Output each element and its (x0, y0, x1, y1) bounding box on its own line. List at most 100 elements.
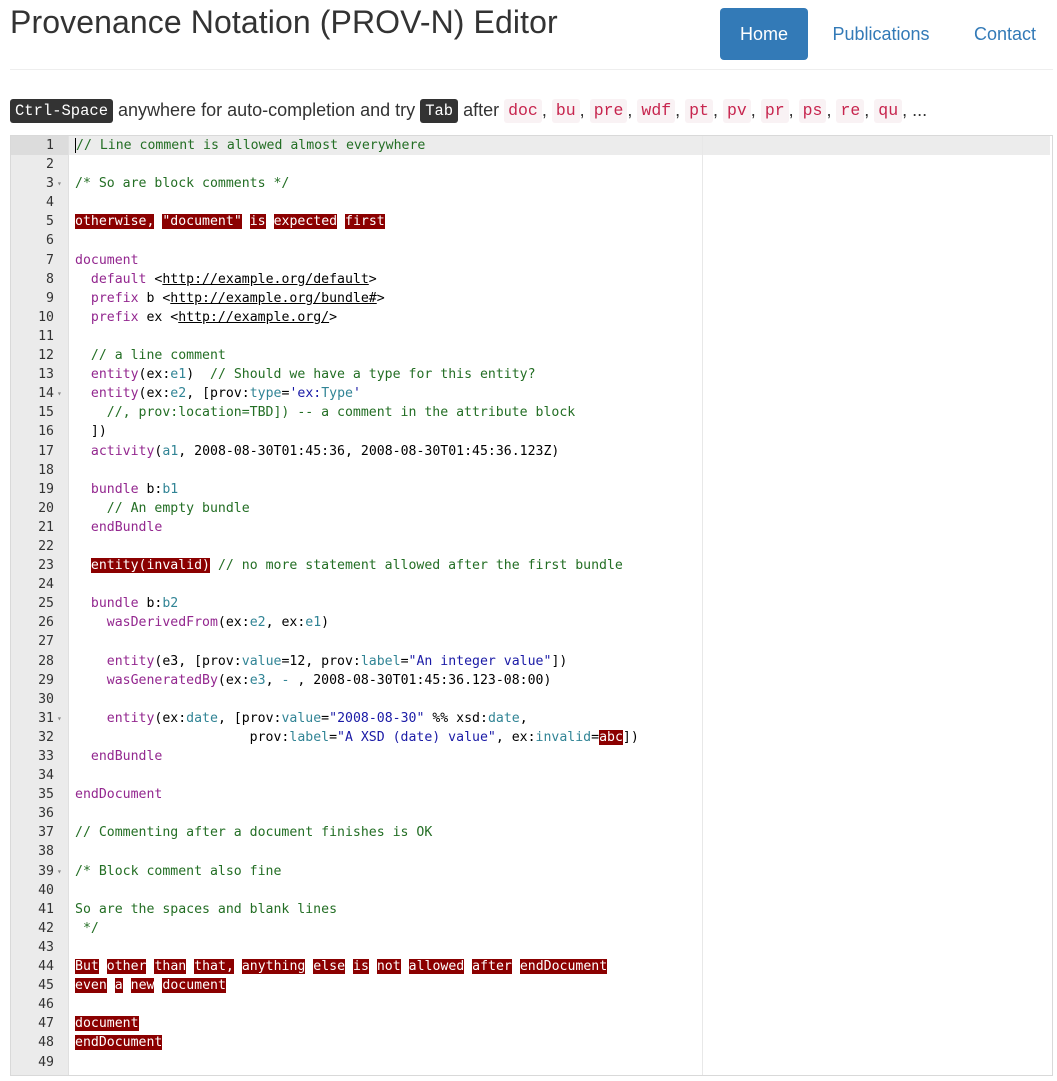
code-line[interactable]: 20 // An empty bundle (11, 499, 1052, 518)
syntax-error-token: other (106, 959, 147, 975)
code-line[interactable]: 14 ▾ entity(ex:e2, [prov:type='ex:Type' (11, 384, 1052, 403)
code-token: // a line comment (90, 348, 226, 364)
keyword-separator: , (579, 100, 590, 120)
fold-toggle-icon[interactable]: ▾ (57, 862, 62, 881)
code-line[interactable]: 22 (11, 537, 1052, 556)
fold-toggle-icon[interactable]: ▾ (57, 174, 62, 193)
code-line[interactable]: 29 wasGeneratedBy(ex:e3, - , 2008-08-30T… (11, 671, 1052, 690)
line-number: 45 (38, 978, 54, 994)
code-line[interactable]: 8 default <http://example.org/default> (11, 270, 1052, 289)
code-token: http://example.org/default (162, 271, 369, 287)
line-code: activity(a1, 2008-08-30T01:45:36, 2008-0… (75, 442, 559, 461)
code-line[interactable]: 32 prov:label="A XSD (date) value", ex:i… (11, 728, 1052, 747)
line-code: // An empty bundle (75, 499, 250, 518)
code-token: b2 (162, 596, 179, 612)
code-token: b < (138, 290, 171, 306)
line-code: */ (75, 919, 99, 938)
code-line[interactable]: 9 prefix b <http://example.org/bundle#> (11, 289, 1052, 308)
code-token: endDocument (75, 787, 163, 803)
code-line[interactable]: 12 // a line comment (11, 346, 1052, 365)
code-token: e1 (305, 615, 322, 631)
code-line[interactable]: 49 (11, 1053, 1052, 1072)
fold-toggle-icon[interactable]: ▾ (57, 384, 62, 403)
code-line[interactable]: 21 endBundle (11, 518, 1052, 537)
code-line[interactable]: 6 (11, 231, 1052, 250)
keyword-separator: , (627, 100, 638, 120)
code-line[interactable]: 4 (11, 193, 1052, 212)
code-token: , [prov: (186, 386, 250, 402)
code-token: type (249, 386, 282, 402)
code-line[interactable]: 1 // Line comment is allowed almost every… (11, 136, 1052, 155)
code-line[interactable]: 17 activity(a1, 2008-08-30T01:45:36, 200… (11, 442, 1052, 461)
line-number: 38 (38, 844, 54, 860)
code-line[interactable]: 23 entity(invalid) // no more statement … (11, 556, 1052, 575)
code-line[interactable]: 19 bundle b:b1 (11, 480, 1052, 499)
code-token: , ex: (265, 615, 306, 631)
keyword-separator: , (826, 100, 837, 120)
code-line[interactable]: 5 otherwise, "document" is expected first (11, 212, 1052, 231)
code-line[interactable]: 44 But other than that, anything else is … (11, 957, 1052, 976)
line-number: 36 (38, 806, 54, 822)
code-line[interactable]: 43 (11, 938, 1052, 957)
code-line[interactable]: 3 ▾ /* So are block comments */ (11, 174, 1052, 193)
code-line[interactable]: 13 entity(ex:e1) // Should we have a typ… (11, 365, 1052, 384)
line-number: 12 (38, 348, 54, 364)
code-line[interactable]: 30 (11, 690, 1052, 709)
code-line[interactable]: 39 ▾ /* Block comment also fine (11, 862, 1052, 881)
line-code: endBundle (75, 747, 162, 766)
line-code: entity(ex:date, [prov:value="2008-08-30"… (75, 709, 528, 728)
code-line[interactable]: 16 ]) (11, 422, 1052, 441)
code-line[interactable]: 18 (11, 461, 1052, 480)
code-token: 'ex: (289, 386, 322, 402)
code-line[interactable]: 25 bundle b:b2 (11, 594, 1052, 613)
code-token: , [prov: (217, 710, 282, 726)
code-editor[interactable]: 1 // Line comment is allowed almost every… (10, 135, 1053, 1076)
nav-home-link[interactable]: Home (720, 8, 808, 60)
code-line[interactable]: 41 So are the spaces and blank lines (11, 900, 1052, 919)
code-line[interactable]: 35 endDocument (11, 785, 1052, 804)
code-line[interactable]: 10 prefix ex <http://example.org/> (11, 308, 1052, 327)
line-number: 10 (38, 309, 54, 325)
code-line[interactable]: 11 (11, 327, 1052, 346)
code-line[interactable]: 38 (11, 842, 1052, 861)
code-line[interactable]: 36 (11, 804, 1052, 823)
line-number: 9 (46, 290, 54, 306)
code-line[interactable]: 2 (11, 155, 1052, 174)
code-line[interactable]: 46 (11, 995, 1052, 1014)
code-line[interactable]: 34 (11, 766, 1052, 785)
nav-publications-link[interactable]: Publications (808, 8, 954, 60)
code-line[interactable]: 7 document (11, 251, 1052, 270)
hint-text-2: after (458, 100, 505, 120)
code-line[interactable]: 28 entity(e3, [prov:value=12, prov:label… (11, 652, 1052, 671)
syntax-error-token: after (472, 959, 512, 975)
code-line[interactable]: 47 document (11, 1014, 1052, 1033)
code-line[interactable]: 45 even a new document (11, 976, 1052, 995)
code-line[interactable]: 48 endDocument (11, 1033, 1052, 1052)
line-number: 2 (46, 157, 54, 173)
code-line[interactable]: 15 //, prov:location=TBD]) -- a comment … (11, 403, 1052, 422)
editor-lines[interactable]: 1 // Line comment is allowed almost every… (11, 136, 1052, 1072)
code-line[interactable]: 37 // Commenting after a document finishe… (11, 823, 1052, 842)
code-line[interactable]: 31 ▾ entity(ex:date, [prov:value="2008-08… (11, 709, 1052, 728)
fold-toggle-icon[interactable]: ▾ (57, 709, 62, 728)
line-number: 49 (38, 1054, 54, 1070)
code-token: = (591, 729, 600, 745)
code-line[interactable]: 33 endBundle (11, 747, 1052, 766)
nav-contact-link[interactable]: Contact (955, 8, 1055, 60)
code-line[interactable]: 27 (11, 632, 1052, 651)
code-line[interactable]: 40 (11, 881, 1052, 900)
syntax-error-token: document (162, 978, 226, 994)
code-line[interactable]: 24 (11, 575, 1052, 594)
code-token: label (360, 653, 401, 669)
code-line[interactable]: 26 wasDerivedFrom(ex:e2, ex:e1) (11, 613, 1052, 632)
syntax-error-token: else (313, 959, 346, 975)
code-line[interactable]: 42 */ (11, 919, 1052, 938)
keyword-list: doc, bu, pre, wdf, pt, pv, pr, ps, re, q… (504, 99, 927, 123)
